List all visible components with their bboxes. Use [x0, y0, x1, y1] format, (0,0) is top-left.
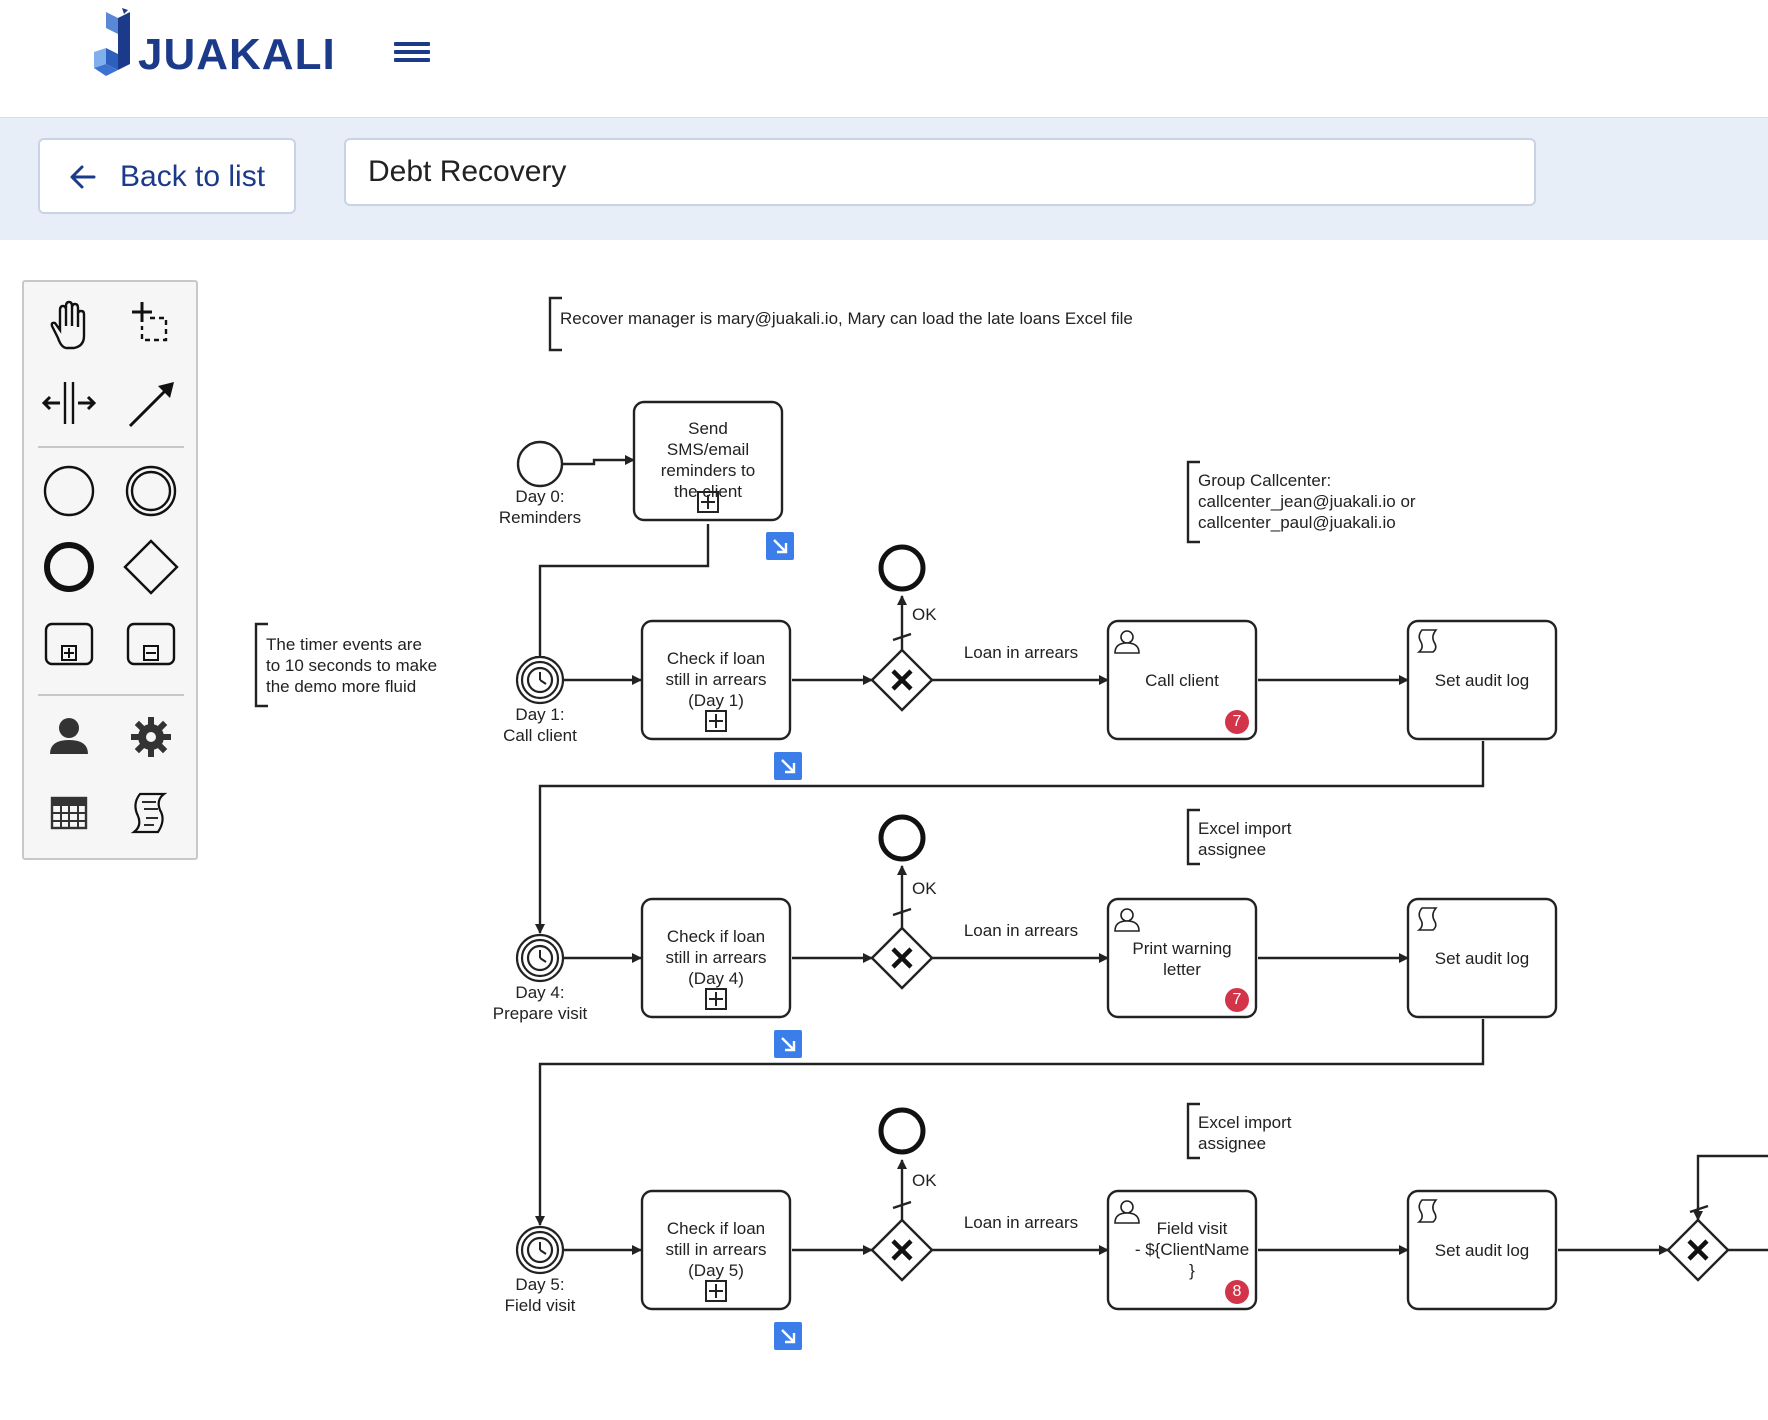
task-check-day1[interactable]: Check if loan still in arrears (Day 1)	[642, 648, 790, 711]
drilldown-button[interactable]	[774, 752, 802, 780]
timer-day4-label: Day 4: Prepare visit	[492, 983, 588, 1023]
juakali-logo[interactable]: JUAKALI	[92, 8, 352, 88]
timer-day5-label: Day 5: Field visit	[504, 1275, 576, 1315]
task-audit-log-2[interactable]: Set audit log	[1408, 948, 1556, 969]
task-call-client[interactable]: Call client	[1108, 670, 1256, 691]
annotation-excel-import-1[interactable]: Excel import assignee	[1198, 818, 1292, 860]
arrow-left-icon	[70, 165, 96, 189]
start-event-label: Day 0: Reminders	[498, 487, 582, 527]
hamburger-menu-button[interactable]	[392, 38, 432, 70]
logo-text: JUAKALI	[138, 30, 336, 79]
task-print-warning[interactable]: Print warning letter	[1108, 938, 1256, 980]
task-count-badge: 8	[1225, 1280, 1249, 1304]
task-audit-log-1[interactable]: Set audit log	[1408, 670, 1556, 691]
task-audit-log-3[interactable]: Set audit log	[1408, 1240, 1556, 1261]
top-bar: JUAKALI	[0, 0, 1768, 118]
task-field-visit[interactable]: Field visit - ${ClientName }	[1128, 1218, 1256, 1281]
drilldown-button[interactable]	[774, 1030, 802, 1058]
annotation-excel-import-2[interactable]: Excel import assignee	[1198, 1112, 1292, 1154]
logo-mark-icon	[94, 8, 130, 76]
back-to-list-label: Back to list	[120, 160, 266, 193]
arrow-down-right-icon	[781, 1037, 796, 1052]
flow-label-ok-2: OK	[912, 879, 937, 898]
flow-label-arrears-2: Loan in arrears	[963, 921, 1079, 940]
task-check-day5[interactable]: Check if loan still in arrears (Day 5)	[642, 1218, 790, 1281]
arrow-down-right-icon	[781, 1329, 796, 1344]
annotation-recover-manager[interactable]: Recover manager is mary@juakali.io, Mary…	[560, 308, 1133, 329]
task-count-badge: 7	[1225, 710, 1249, 734]
process-header-bar: Back to list	[0, 118, 1768, 240]
annotation-timer-note[interactable]: The timer events are to 10 seconds to ma…	[266, 634, 437, 697]
task-send-reminders[interactable]: Send SMS/email reminders to the client	[634, 418, 782, 502]
drilldown-button[interactable]	[774, 1322, 802, 1350]
task-count-badge: 7	[1225, 988, 1249, 1012]
back-to-list-button[interactable]: Back to list	[38, 138, 296, 214]
task-check-day4[interactable]: Check if loan still in arrears (Day 4)	[642, 926, 790, 989]
bpmn-canvas[interactable]: Recover manager is mary@juakali.io, Mary…	[0, 240, 1768, 1420]
flow-label-ok-1: OK	[912, 605, 937, 624]
arrow-down-right-icon	[773, 539, 788, 554]
flow-label-ok-3: OK	[912, 1171, 937, 1190]
timer-day1-label: Day 1: Call client	[503, 705, 577, 745]
arrow-down-right-icon	[781, 759, 796, 774]
process-name-input[interactable]	[344, 138, 1536, 206]
hamburger-icon	[394, 42, 430, 46]
annotation-group-callcenter[interactable]: Group Callcenter: callcenter_jean@juakal…	[1198, 470, 1416, 533]
drilldown-button[interactable]	[766, 532, 794, 560]
flow-label-arrears-3: Loan in arrears	[963, 1213, 1079, 1232]
flow-label-arrears-1: Loan in arrears	[963, 643, 1079, 662]
